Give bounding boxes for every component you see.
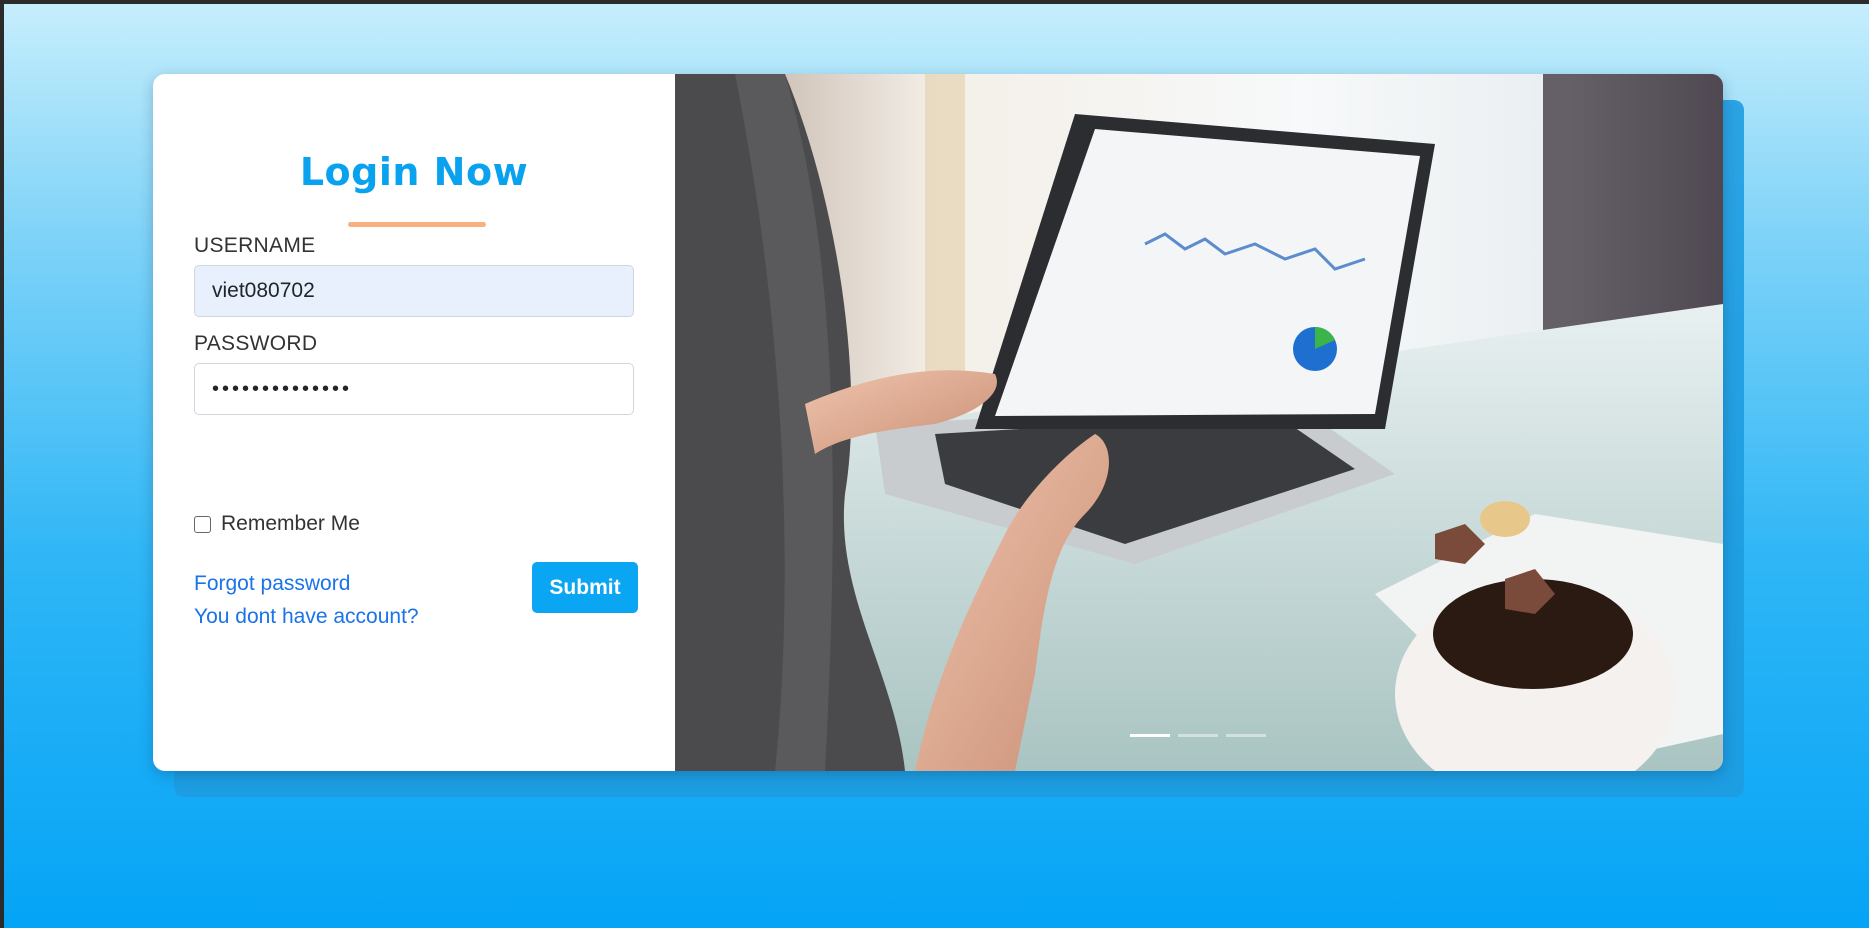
- title-underline: [348, 222, 486, 227]
- carousel-indicator-2[interactable]: [1178, 734, 1218, 737]
- remember-me[interactable]: Remember Me: [194, 512, 360, 536]
- login-card: Login Now USERNAME viet080702 PASSWORD •…: [153, 74, 1723, 771]
- signup-link[interactable]: You dont have account?: [194, 605, 419, 629]
- carousel-indicators: [1130, 734, 1266, 737]
- forgot-password-link[interactable]: Forgot password: [194, 572, 350, 596]
- password-value: ••••••••••••••: [212, 377, 353, 400]
- laptop-photo-illustration: [675, 74, 1723, 771]
- page-title: Login Now: [299, 150, 529, 194]
- password-label: PASSWORD: [194, 332, 318, 355]
- username-input[interactable]: viet080702: [194, 265, 634, 317]
- submit-button[interactable]: Submit: [532, 562, 638, 613]
- carousel-indicator-1[interactable]: [1130, 734, 1170, 737]
- login-form: Login Now USERNAME viet080702 PASSWORD •…: [153, 74, 675, 771]
- username-label: USERNAME: [194, 234, 316, 257]
- carousel-indicator-3[interactable]: [1226, 734, 1266, 737]
- password-input[interactable]: ••••••••••••••: [194, 363, 634, 415]
- hero-photo: [675, 74, 1723, 771]
- remember-label: Remember Me: [221, 512, 360, 535]
- page-background: Login Now USERNAME viet080702 PASSWORD •…: [4, 4, 1869, 928]
- username-value: viet080702: [212, 279, 315, 302]
- remember-checkbox[interactable]: [194, 515, 211, 533]
